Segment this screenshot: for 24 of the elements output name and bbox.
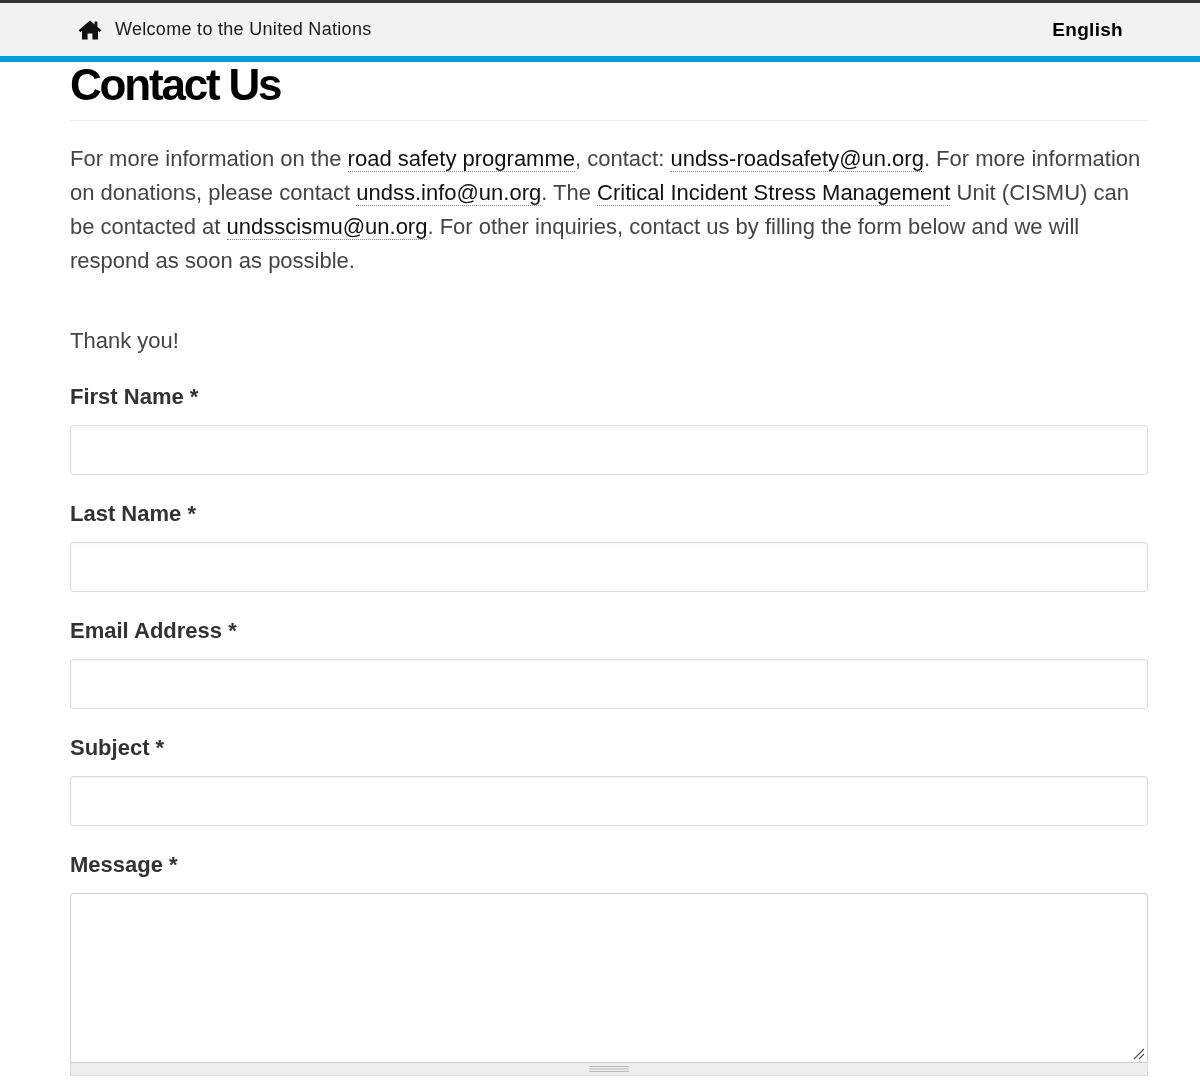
text-input-field[interactable] [70, 659, 1148, 709]
language-link[interactable]: English [1052, 18, 1123, 41]
inline-link[interactable]: undsscismu@un.org [226, 214, 428, 240]
message-field[interactable] [70, 893, 1148, 1063]
home-icon [78, 19, 102, 40]
inline-link[interactable]: undss-roadsafety@un.org [670, 146, 924, 172]
home-link[interactable]: Welcome to the United Nations [78, 19, 372, 40]
resize-handle-icon[interactable] [1133, 1048, 1145, 1060]
resize-grip-bar[interactable] [70, 1063, 1148, 1076]
grip-icon [589, 1066, 629, 1072]
inline-link[interactable]: road safety programme [347, 146, 575, 172]
field-label: First Name * [70, 383, 199, 411]
page-title: Contact Us [70, 62, 281, 108]
thank-you-text: Thank you! [70, 327, 179, 355]
text-input-field[interactable] [70, 542, 1148, 592]
text-input-field[interactable] [70, 425, 1148, 475]
inline-link[interactable]: undss.info@un.org [356, 180, 542, 206]
intro-paragraph: For more information on the road safety programme, contact: undss-roadsafety@un.org. For more information on donations, please contact undss.info@un.org. The Critical Incident Stress Management Unit (CISMU) can be contacted at undsscismu@un.org. For other inquiries, contact us by filling the form below and we will respond as soon as possible. [70, 145, 1142, 275]
field-label: Last Name * [70, 500, 196, 528]
field-label: Message * [70, 851, 178, 879]
inline-link[interactable]: Critical Incident Stress Management [597, 180, 951, 206]
field-label: Email Address * [70, 617, 237, 645]
field-label: Subject * [70, 734, 165, 762]
text-input-field[interactable] [70, 776, 1148, 826]
